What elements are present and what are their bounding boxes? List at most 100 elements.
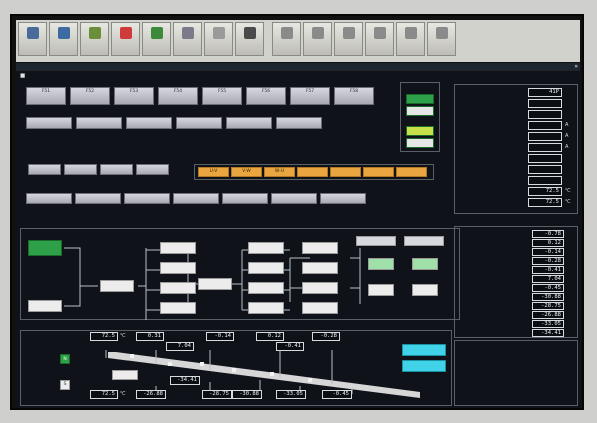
power-button[interactable]: [297, 167, 328, 177]
girder-top-values: 0.31 -0.14 0.12 -0.28: [136, 332, 376, 342]
doc2-button[interactable]: #8a8a8a: [396, 22, 425, 56]
girder-cyan-button-2[interactable]: [402, 360, 446, 372]
power-button[interactable]: [363, 167, 394, 177]
stroke-rows: -0.78 0.12 -0.14 -0.28 -0.41 7.04 -0.45 -30.88-…: [458, 230, 576, 340]
motion-unit-box[interactable]: [302, 282, 338, 294]
breaker-f57-button[interactable]: F57: [290, 87, 330, 105]
detect-button[interactable]: [136, 164, 169, 175]
motion-unit-box[interactable]: [302, 262, 338, 274]
breaker-f54-button[interactable]: F54: [158, 87, 198, 105]
thermal-trip-button[interactable]: [76, 117, 122, 129]
push-limit-button[interactable]: [271, 193, 317, 204]
graphic-button[interactable]: #3d6aa0: [49, 22, 78, 56]
info-row-value: [528, 99, 562, 108]
forward-button[interactable]: #8a8a8a: [303, 22, 332, 56]
motion-mode-a[interactable]: [356, 236, 396, 246]
motion-mode-b[interactable]: [404, 236, 444, 246]
girder-value: -30.88: [232, 390, 262, 399]
print-button[interactable]: #8a8a8a: [334, 22, 363, 56]
motion-unit-box[interactable]: [248, 282, 284, 294]
motion-unit-box[interactable]: [160, 262, 196, 274]
detect-button[interactable]: [64, 164, 97, 175]
motion-end-box[interactable]: [28, 300, 62, 312]
breaker-f52-button[interactable]: F52: [70, 87, 110, 105]
monitor-button[interactable]: #9a9a9a: [204, 22, 233, 56]
breaker-code: F57: [305, 89, 315, 94]
info-row-unit: A: [565, 133, 569, 139]
motion-indicator-n2: [412, 258, 438, 270]
girder-node: [168, 362, 172, 366]
motion-cw-box[interactable]: [198, 278, 232, 290]
forward-arrow-icon[interactable]: »: [574, 63, 578, 71]
stroke-row-value: -0.45: [532, 284, 564, 292]
stroke-row-value: -0.41: [532, 266, 564, 274]
girder-low-value: -34.41: [170, 376, 200, 385]
motion-unit-box[interactable]: [160, 282, 196, 294]
stroke-row-value: 0.12: [532, 239, 564, 247]
push-limit-button[interactable]: [320, 193, 366, 204]
power-button[interactable]: [330, 167, 361, 177]
motion-unit-box[interactable]: [302, 242, 338, 254]
breaker-f56-button[interactable]: F56: [246, 87, 286, 105]
power-button[interactable]: V-W: [231, 167, 262, 177]
girder-temp-bottom-unit: ℃: [120, 391, 126, 397]
op-mode-two-pair[interactable]: [406, 138, 434, 148]
motion-unit-box[interactable]: [248, 242, 284, 254]
thermal-trip-button[interactable]: [176, 117, 222, 129]
motion-unit-box[interactable]: [248, 302, 284, 314]
motion-unit-box[interactable]: [160, 242, 196, 254]
push-limit-button[interactable]: [26, 193, 72, 204]
op-mode-one-pair[interactable]: [406, 126, 434, 136]
op-mode-auto[interactable]: [406, 94, 434, 104]
breaker-f53-button[interactable]: F53: [114, 87, 154, 105]
motion-indicator-n1: [368, 258, 394, 270]
motion-unit-box[interactable]: [248, 262, 284, 274]
girder-value: -0.45: [322, 390, 352, 399]
push-limit-row: [26, 193, 396, 205]
push-limit-button[interactable]: [124, 193, 170, 204]
motion-unit-box[interactable]: [160, 302, 196, 314]
power-button[interactable]: W-U: [264, 167, 295, 177]
girder-value: 0.31: [136, 332, 164, 341]
thermal-trip-button[interactable]: [226, 117, 272, 129]
info-row-value: [528, 154, 562, 163]
breaker-f58-button[interactable]: F58: [334, 87, 374, 105]
motion-unit-box[interactable]: [302, 302, 338, 314]
detect-button[interactable]: [100, 164, 133, 175]
thermal-trip-button[interactable]: [26, 117, 72, 129]
breaker-f55-button[interactable]: F55: [202, 87, 242, 105]
power-button[interactable]: U-V: [198, 167, 229, 177]
detect-button[interactable]: [28, 164, 61, 175]
girder-s-indicator: S: [60, 380, 70, 390]
help-icon: #4a4a4a: [244, 27, 256, 39]
motion-sw-box[interactable]: [100, 280, 134, 292]
motion-start-box[interactable]: [28, 240, 62, 256]
power-button[interactable]: [396, 167, 427, 177]
thermal-trip-button[interactable]: [126, 117, 172, 129]
alarm-button[interactable]: #d03a3a: [111, 22, 140, 56]
info-row-value: [528, 121, 562, 130]
girder-bottom-values: -26.88 -28.75 -30.88 -33.05 -0.45: [136, 390, 376, 400]
doc3-button[interactable]: #8a8a8a: [427, 22, 456, 56]
plan-button[interactable]: #6b8e3a: [80, 22, 109, 56]
info-row-value: [528, 143, 562, 152]
trend-button[interactable]: #7a7a8a: [173, 22, 202, 56]
push-limit-button[interactable]: [75, 193, 121, 204]
info-row-value: [528, 165, 562, 174]
doc1-button[interactable]: #8a8a8a: [365, 22, 394, 56]
operation-screen-button[interactable]: #4a6a9a: [18, 22, 47, 56]
thermal-trip-button[interactable]: [276, 117, 322, 129]
help-button[interactable]: #4a4a4a: [235, 22, 264, 56]
push-limit-button[interactable]: [222, 193, 268, 204]
girder-cyan-button-1[interactable]: [402, 344, 446, 356]
back-button[interactable]: #8a8a8a: [272, 22, 301, 56]
push-limit-button[interactable]: [173, 193, 219, 204]
guide-button[interactable]: #3a8a3a: [142, 22, 171, 56]
breaker-code: F51: [41, 89, 51, 94]
op-mode-manual[interactable]: [406, 106, 434, 116]
breaker-f51-button[interactable]: F51: [26, 87, 66, 105]
girder-value: 0.12: [256, 332, 284, 341]
thermal-row: [26, 117, 336, 129]
info-row-unit: ℃: [565, 188, 571, 194]
breaker-code: F55: [217, 89, 227, 94]
